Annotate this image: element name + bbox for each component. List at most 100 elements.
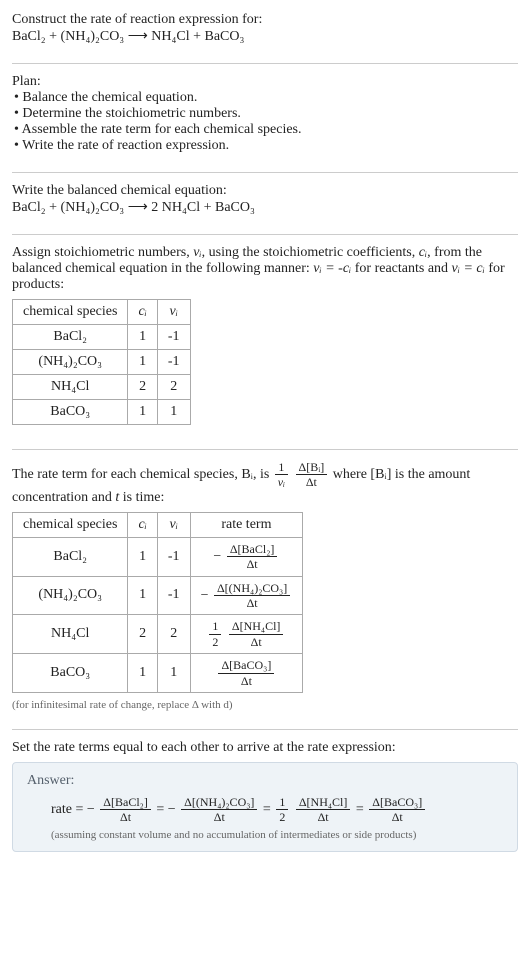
c-cell: 1: [128, 537, 157, 576]
species-cell: BaCO₃: [13, 654, 128, 693]
numerator: Δ[BaCl₂]: [227, 542, 278, 557]
assumption-note: (assuming constant volume and no accumul…: [51, 829, 503, 841]
table-header: rate term: [190, 512, 303, 537]
table-row: BaCO₃11Δ[BaCO₃]Δt: [13, 654, 303, 693]
denominator: Δt: [218, 674, 274, 688]
fraction-delta-over-delta-t: Δ[BaCO₃]Δt: [369, 795, 425, 825]
rateterm-intro: The rate term for each chemical species,…: [12, 460, 518, 506]
species-cell: BaCO₃: [13, 400, 128, 425]
text: for reactants and: [351, 261, 451, 276]
plan-item: • Determine the stoichiometric numbers.: [14, 106, 518, 122]
final-section: Set the rate terms equal to each other t…: [12, 740, 518, 860]
problem-title: Construct the rate of reaction expressio…: [12, 12, 518, 28]
numerator: Δ[BaCO₃]: [218, 658, 274, 673]
minus-sign: −: [201, 588, 212, 603]
denominator: Δt: [100, 810, 151, 824]
rate-term: − Δ[(NH₄)₂CO₃]Δt: [168, 802, 260, 817]
text: Assign stoichiometric numbers,: [12, 245, 193, 260]
separator: [12, 449, 518, 450]
species-cell: NH₄Cl: [13, 375, 128, 400]
numerator: Δ[BaCl₂]: [100, 795, 151, 810]
unbalanced-equation: BaCl₂ + (NH₄)₂CO₃ ⟶ NH₄Cl + BaCO₃: [12, 28, 518, 45]
c-cell: 1: [128, 350, 157, 375]
text: is time:: [119, 490, 164, 505]
numerator: Δ[NH₄Cl]: [229, 619, 284, 634]
fraction-delta-over-delta-t: Δ[BaCO₃]Δt: [218, 658, 274, 688]
rate-term: 12 Δ[NH₄Cl]Δt: [207, 626, 285, 641]
problem-header: Construct the rate of reaction expressio…: [12, 12, 518, 53]
species-cell: NH₄Cl: [13, 615, 128, 654]
fraction-one-over-nu: 1 νᵢ: [275, 460, 288, 490]
table-header: chemical species: [13, 512, 128, 537]
denominator: 2: [276, 810, 288, 824]
rate-term: 12 Δ[NH₄Cl]Δt: [274, 802, 352, 817]
denominator: Δt: [296, 810, 351, 824]
plan-section: Plan: • Balance the chemical equation. •…: [12, 74, 518, 162]
table-row: BaCl₂1-1− Δ[BaCl₂]Δt: [13, 537, 303, 576]
table-row: NH₄Cl 2 2: [13, 375, 191, 400]
rate-term: − Δ[BaCl₂]Δt: [87, 802, 153, 817]
numerator: Δ[NH₄Cl]: [296, 795, 351, 810]
c-cell: 2: [128, 375, 157, 400]
minus-sign: −: [213, 549, 224, 564]
separator: [12, 172, 518, 173]
rateterm-cell: Δ[BaCO₃]Δt: [190, 654, 303, 693]
fraction-delta-b-over-delta-t: Δ[Bᵢ] Δt: [296, 460, 328, 490]
fraction-delta-over-delta-t: Δ[NH₄Cl]Δt: [229, 619, 284, 649]
separator: [12, 234, 518, 235]
table-header: νᵢ: [157, 512, 190, 537]
rate-expression: rate = − Δ[BaCl₂]Δt = − Δ[(NH₄)₂CO₃]Δt =…: [51, 795, 503, 825]
table-row: (NH₄)₂CO₃1-1− Δ[(NH₄)₂CO₃]Δt: [13, 576, 303, 615]
text: , using the stoichiometric coefficients,: [202, 245, 419, 260]
equation-nu-c: νᵢ = cᵢ: [452, 261, 485, 276]
nu-cell: -1: [157, 576, 190, 615]
equals-sign: =: [352, 802, 367, 817]
rate-term: Δ[BaCO₃]Δt: [367, 802, 427, 817]
species-cell: (NH₄)₂CO₃: [13, 576, 128, 615]
nu-cell: 2: [157, 375, 190, 400]
balanced-equation: BaCl₂ + (NH₄)₂CO₃ ⟶ 2 NH₄Cl + BaCO₃: [12, 199, 518, 216]
rateterm-caption: (for infinitesimal rate of change, repla…: [12, 699, 518, 711]
separator: [12, 729, 518, 730]
table-header: cᵢ: [128, 512, 157, 537]
plan-item: • Assemble the rate term for each chemic…: [14, 122, 518, 138]
plan-label: Plan:: [12, 74, 518, 90]
table-header: chemical species: [13, 300, 128, 325]
equals-sign: =: [153, 802, 168, 817]
numerator: Δ[BaCO₃]: [369, 795, 425, 810]
denominator: νᵢ: [275, 475, 288, 489]
stoich-table: chemical species cᵢ νᵢ BaCl₂ 1 -1 (NH₄)₂…: [12, 299, 191, 425]
c-cell: 2: [128, 615, 157, 654]
symbol-c-i: cᵢ: [419, 245, 427, 260]
answer-label: Answer:: [27, 773, 503, 789]
rate-term: − Δ[(NH₄)₂CO₃]Δt: [201, 588, 293, 603]
separator: [12, 63, 518, 64]
numerator: 1: [275, 460, 288, 475]
fraction-delta-over-delta-t: Δ[BaCl₂]Δt: [100, 795, 151, 825]
table-row: NH₄Cl2212 Δ[NH₄Cl]Δt: [13, 615, 303, 654]
table-header-row: chemical species cᵢ νᵢ rate term: [13, 512, 303, 537]
numerator: Δ[Bᵢ]: [296, 460, 328, 475]
nu-cell: 1: [157, 654, 190, 693]
table-header: νᵢ: [157, 300, 190, 325]
rate-prefix: rate =: [51, 802, 87, 817]
table-header: cᵢ: [128, 300, 157, 325]
rateterm-cell: − Δ[BaCl₂]Δt: [190, 537, 303, 576]
species-cell: (NH₄)₂CO₃: [13, 350, 128, 375]
nu-cell: -1: [157, 537, 190, 576]
balanced-label: Write the balanced chemical equation:: [12, 183, 518, 199]
denominator: Δt: [181, 810, 257, 824]
text: The rate term for each chemical species,…: [12, 467, 273, 482]
numerator: 1: [209, 619, 221, 634]
nu-cell: 2: [157, 615, 190, 654]
denominator: Δt: [229, 635, 284, 649]
stoich-intro: Assign stoichiometric numbers, νᵢ, using…: [12, 245, 518, 293]
c-cell: 1: [128, 325, 157, 350]
fraction-delta-over-delta-t: Δ[BaCl₂]Δt: [227, 542, 278, 572]
table-row: BaCO₃ 1 1: [13, 400, 191, 425]
stoich-section: Assign stoichiometric numbers, νᵢ , using…: [12, 245, 518, 439]
rateterm-section: The rate term for each chemical species,…: [12, 460, 518, 719]
balanced-section: Write the balanced chemical equation: Ba…: [12, 183, 518, 224]
rateterm-cell: − Δ[(NH₄)₂CO₃]Δt: [190, 576, 303, 615]
fraction-delta-over-delta-t: Δ[NH₄Cl]Δt: [296, 795, 351, 825]
